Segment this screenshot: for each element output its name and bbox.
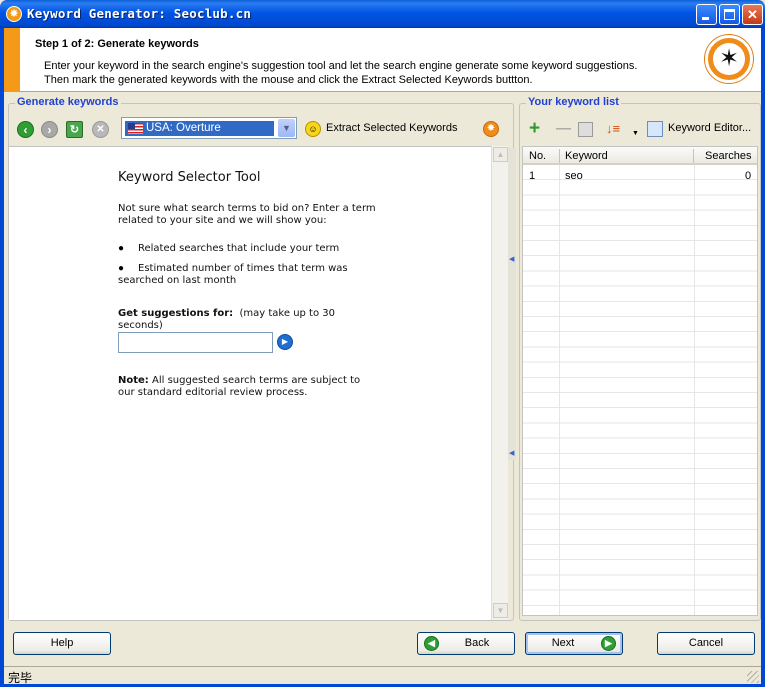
status-text: 完毕 (8, 671, 33, 685)
app-logo-icon[interactable]: ✸ (483, 121, 499, 137)
column-header-searches[interactable]: Searches (705, 150, 751, 162)
scroll-up-icon[interactable]: ▲ (493, 147, 508, 162)
sort-dropdown-icon[interactable]: ▼ (632, 126, 639, 142)
bullet-icon: ● (118, 243, 125, 254)
stop-icon[interactable]: ✕ (92, 121, 109, 138)
status-bar: 完毕 (4, 666, 761, 685)
next-label: Next (551, 637, 575, 649)
smiley-icon[interactable]: ☺ (305, 121, 321, 137)
keyword-list-panel: Your keyword list + — ↓≡ ▼ Keyword Edito… (519, 96, 761, 621)
browser-scrollbar[interactable]: ▲ ▼ (491, 146, 508, 620)
collapse-left-icon[interactable]: ◀ (509, 256, 515, 263)
collapse-left-icon[interactable]: ◀ (509, 450, 515, 457)
bullet-related-searches: Related searches that include your term (138, 243, 340, 254)
suggestion-input[interactable] (118, 332, 273, 353)
header-accent-stripe (4, 28, 20, 92)
browser-view[interactable]: Keyword Selector Tool Not sure what sear… (9, 146, 491, 620)
back-label: Back (464, 637, 490, 649)
column-header-no[interactable]: No. (529, 150, 546, 162)
bullet-estimated-searches: Estimated number of times that term was … (118, 263, 348, 286)
next-arrow-icon: ▶ (601, 636, 616, 651)
back-icon[interactable]: ‹ (17, 121, 34, 138)
resize-grip-icon[interactable] (747, 671, 759, 683)
close-button[interactable]: ✕ (742, 4, 763, 25)
app-star-icon[interactable]: ✸ (6, 6, 22, 22)
panel-splitter[interactable]: ◀ ◀ (508, 148, 516, 460)
chevron-down-icon[interactable]: ▼ (278, 119, 295, 137)
app-logo: ✶ (705, 35, 753, 83)
step-description: Enter your keyword in the search engine'… (44, 60, 638, 86)
note-text: Note: All suggested search terms are sub… (118, 375, 378, 399)
remove-icon[interactable]: — (556, 121, 571, 137)
cell-keyword: seo (565, 170, 583, 182)
forward-icon[interactable]: › (41, 121, 58, 138)
window-frame-right (761, 28, 765, 687)
refresh-icon[interactable]: ↻ (66, 121, 83, 138)
keyword-table[interactable]: No. Keyword Searches 1 seo 0 (522, 146, 758, 616)
suggest-label: Get suggestions for: (118, 308, 234, 319)
cell-no: 1 (529, 170, 536, 182)
note-body: All suggested search terms are subject t… (118, 375, 361, 398)
cancel-button[interactable]: Cancel (657, 632, 755, 655)
keyword-list-label: Your keyword list (526, 96, 621, 108)
generate-keywords-label: Generate keywords (15, 96, 121, 108)
maximize-icon (724, 9, 735, 20)
maximize-button[interactable] (719, 4, 740, 25)
wizard-header: Step 1 of 2: Generate keywords Enter you… (4, 28, 761, 92)
go-arrow-icon[interactable]: ▶ (277, 334, 293, 350)
step-title: Step 1 of 2: Generate keywords (35, 38, 199, 50)
minimize-icon (702, 17, 709, 20)
generate-keywords-panel: Generate keywords ‹ › ↻ ✕ USA: Overture … (8, 96, 514, 621)
scroll-down-icon[interactable]: ▼ (493, 603, 508, 618)
intro-text: Not sure what search terms to bid on? En… (118, 203, 376, 226)
close-icon: ✕ (747, 7, 758, 22)
window-frame-left (0, 28, 4, 687)
search-engine-select[interactable]: USA: Overture ▼ (121, 117, 297, 139)
window-title: Keyword Generator: Seoclub.cn (27, 6, 252, 21)
extract-selected-keywords-button[interactable]: Extract Selected Keywords (326, 122, 457, 134)
next-button[interactable]: Next ▶ (525, 632, 623, 655)
column-header-keyword[interactable]: Keyword (565, 150, 608, 162)
get-suggestions-label: Get suggestions for: (may take up to 30 … (118, 308, 378, 332)
note-label: Note: (118, 375, 149, 386)
keyword-editor-button[interactable]: Keyword Editor... (668, 122, 751, 134)
usa-flag-icon (128, 123, 143, 134)
star-logo-icon: ✶ (718, 45, 740, 72)
keyword-selector-title: Keyword Selector Tool (118, 170, 261, 185)
back-arrow-icon: ◀ (424, 636, 439, 651)
search-engine-value: USA: Overture (146, 122, 221, 134)
back-button[interactable]: ◀ Back (417, 632, 515, 655)
title-bar: ✸ Keyword Generator: Seoclub.cn ✕ (0, 0, 765, 28)
sort-icon[interactable]: ↓≡ (606, 121, 620, 137)
minimize-button[interactable] (696, 4, 717, 25)
help-button[interactable]: Help (13, 632, 111, 655)
add-icon[interactable]: + (529, 119, 540, 138)
keyword-editor-icon[interactable] (647, 121, 663, 137)
edit-icon[interactable] (578, 122, 593, 137)
table-header: No. Keyword Searches (523, 147, 757, 165)
cell-searches: 0 (745, 170, 752, 182)
